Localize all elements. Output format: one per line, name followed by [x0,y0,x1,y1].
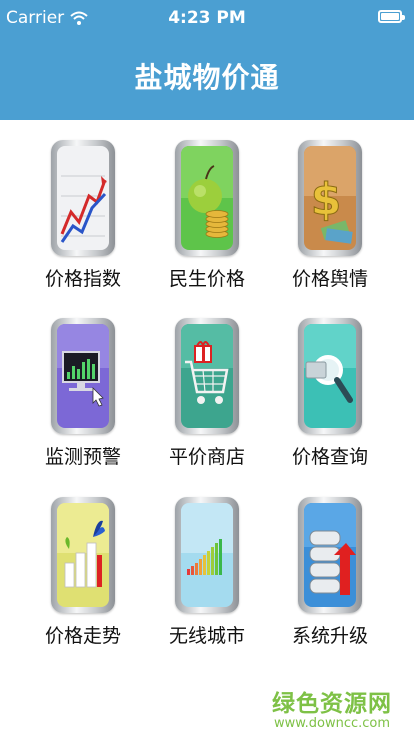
tile-frame [298,318,362,434]
tile-livelihood-prices[interactable]: 民生价格 [147,140,267,300]
tile-label: 价格舆情 [291,268,368,290]
apple-coins-icon [181,146,233,250]
tile-frame [51,497,115,613]
tile-frame [175,140,239,256]
tile-frame [51,318,115,434]
app-header: Carrier 4:23 PM 盐城物价通 [0,0,414,120]
tile-price-opinion[interactable]: $ 价格舆情 [270,140,390,300]
tile-frame: $ [298,140,362,256]
page-title: 盐城物价通 [134,61,280,94]
tile-frame [51,140,115,256]
tile-affordable-store[interactable]: 平价商店 [147,318,267,478]
database-upgrade-icon [304,503,356,607]
signal-bars-icon [181,503,233,607]
status-time: 4:23 PM [168,8,246,28]
tile-label: 民生价格 [168,268,245,290]
tile-label: 平价商店 [168,446,245,468]
line-chart-icon [57,146,109,250]
tile-label: 监测预警 [44,446,121,468]
tile-frame [298,497,362,613]
tile-label: 价格走势 [44,625,121,647]
tile-price-trend[interactable]: 价格走势 [23,497,143,657]
tile-label: 系统升级 [291,625,368,647]
tile-label: 价格查询 [291,446,368,468]
status-bar: Carrier 4:23 PM [0,0,414,36]
tile-label: 无线城市 [168,625,245,647]
magnifier-icon [304,324,356,428]
dollar-money-icon: $ [304,146,356,250]
battery-icon [378,10,405,23]
tile-frame [175,497,239,613]
tile-system-upgrade[interactable]: 系统升级 [270,497,390,657]
tile-frame [175,318,239,434]
svg-text:$: $ [311,174,342,225]
tile-label: 价格指数 [44,268,121,290]
watermark: 绿色资源网 www.downcc.com [272,684,392,731]
watermark-url: www.downcc.com [273,716,391,731]
monitor-chart-icon [57,324,109,428]
tile-wireless-city[interactable]: 无线城市 [147,497,267,657]
bar-growth-icon [57,503,109,607]
tile-price-query[interactable]: 价格查询 [270,318,390,478]
tile-monitoring-alert[interactable]: 监测预警 [23,318,143,478]
shopping-cart-icon [181,324,233,428]
watermark-name: 绿色资源网 [272,691,392,717]
tile-price-index[interactable]: 价格指数 [23,140,143,300]
